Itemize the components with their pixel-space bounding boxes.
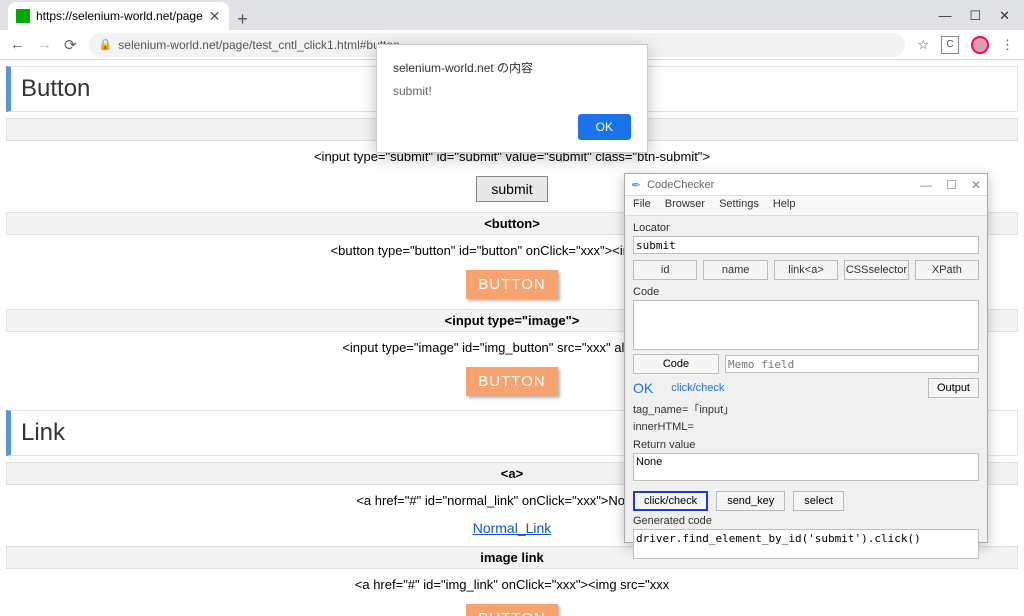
cc-ok-status: OK: [633, 380, 653, 396]
tab-close-icon[interactable]: ✕: [209, 8, 221, 25]
cc-menu-file[interactable]: File: [633, 198, 651, 213]
feather-icon: ✒: [631, 178, 641, 192]
button-element[interactable]: BUTTON: [466, 270, 557, 299]
maximize-icon[interactable]: ☐: [969, 8, 981, 24]
cc-minimize-icon[interactable]: —: [920, 178, 932, 192]
minimize-icon[interactable]: —: [938, 8, 951, 24]
img-link-button[interactable]: BUTTON: [466, 604, 557, 616]
imglink-code: <a href="#" id="img_link" onClick="xxx">…: [6, 569, 1018, 600]
cc-locator-input[interactable]: [633, 236, 979, 254]
cc-maximize-icon[interactable]: ☐: [946, 178, 957, 192]
close-icon[interactable]: ✕: [999, 8, 1010, 24]
new-tab-button[interactable]: +: [229, 9, 257, 30]
cc-tag-info: tag_name=「input」: [633, 402, 979, 419]
cc-gen-label: Generated code: [633, 515, 979, 527]
cc-css-button[interactable]: CSSselector: [844, 260, 908, 280]
alert-ok-button[interactable]: OK: [578, 114, 631, 140]
browser-tab[interactable]: https://selenium-world.net/page ✕: [8, 2, 229, 30]
image-button[interactable]: BUTTON: [466, 367, 557, 396]
cc-code-area[interactable]: [633, 300, 979, 350]
js-alert-dialog: selenium-world.net の内容 submit! OK: [376, 44, 648, 153]
cc-menubar: File Browser Settings Help: [625, 196, 987, 216]
normal-link[interactable]: Normal_Link: [473, 520, 552, 536]
cc-title: CodeChecker: [647, 179, 714, 191]
cc-clickcheck-label: click/check: [671, 382, 724, 394]
lock-icon: 🔒: [99, 38, 113, 51]
reload-icon[interactable]: ⟳: [64, 36, 77, 54]
browser-titlebar: https://selenium-world.net/page ✕ + — ☐ …: [0, 0, 1024, 30]
star-icon[interactable]: ☆: [917, 37, 929, 53]
back-icon[interactable]: ←: [10, 36, 25, 53]
cc-gen-code[interactable]: driver.find_element_by_id('submit').clic…: [633, 529, 979, 559]
cc-name-button[interactable]: name: [703, 260, 767, 280]
cc-titlebar[interactable]: ✒ CodeChecker — ☐ ✕: [625, 174, 987, 196]
cc-clickcheck-button[interactable]: click/check: [633, 491, 708, 511]
cc-memo-field[interactable]: [725, 355, 979, 373]
extension-icon[interactable]: C: [941, 36, 959, 54]
cc-return-value: None: [633, 453, 979, 481]
menu-icon[interactable]: ⋮: [1001, 37, 1014, 53]
cc-return-label: Return value: [633, 439, 979, 451]
cc-xpath-button[interactable]: XPath: [915, 260, 979, 280]
cc-code-button[interactable]: Code: [633, 354, 719, 374]
window-controls: — ☐ ✕: [938, 8, 1024, 30]
alert-title: selenium-world.net の内容: [393, 59, 631, 76]
forward-icon: →: [37, 36, 52, 53]
submit-button[interactable]: submit: [476, 176, 547, 202]
cc-menu-help[interactable]: Help: [773, 198, 796, 213]
favicon-icon: [16, 9, 30, 23]
cc-menu-browser[interactable]: Browser: [665, 198, 705, 213]
cc-code-label: Code: [633, 286, 979, 298]
profile-icon[interactable]: [971, 36, 989, 54]
cc-inner-info: innerHTML=: [633, 419, 979, 436]
tab-title: https://selenium-world.net/page: [36, 9, 203, 23]
cc-id-button[interactable]: id: [633, 260, 697, 280]
cc-locator-label: Locator: [633, 222, 979, 234]
cc-linka-button[interactable]: link<a>: [774, 260, 838, 280]
codechecker-window: ✒ CodeChecker — ☐ ✕ File Browser Setting…: [624, 173, 988, 543]
cc-select-button[interactable]: select: [793, 491, 844, 511]
cc-menu-settings[interactable]: Settings: [719, 198, 759, 213]
cc-output-button[interactable]: Output: [928, 378, 979, 398]
alert-message: submit!: [393, 84, 631, 98]
url-text: selenium-world.net/page/test_cntl_click1…: [118, 38, 399, 52]
cc-sendkey-button[interactable]: send_key: [716, 491, 785, 511]
cc-close-icon[interactable]: ✕: [971, 178, 981, 192]
